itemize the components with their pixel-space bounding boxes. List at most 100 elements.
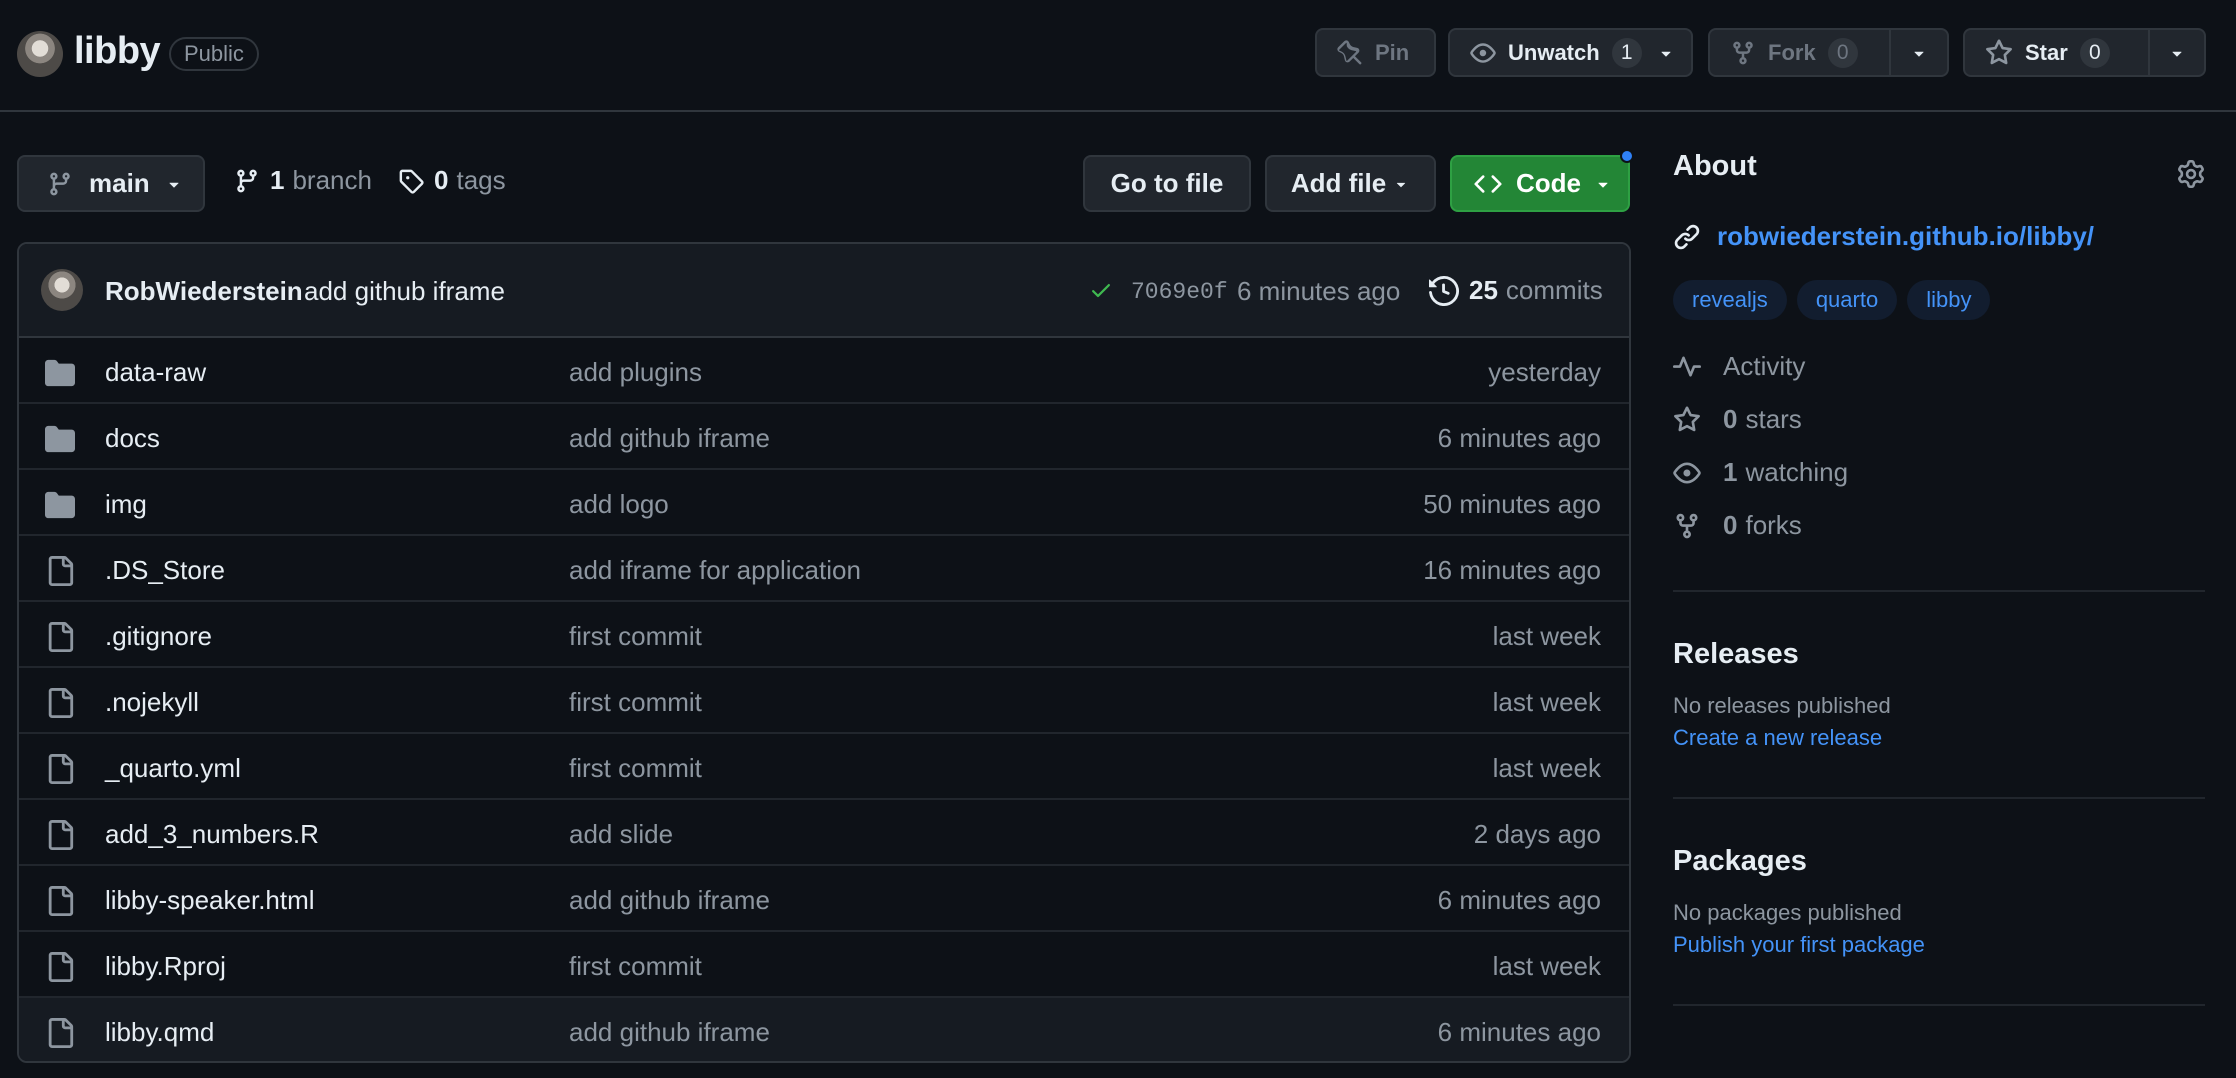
- pin-button[interactable]: Pin: [1315, 28, 1436, 77]
- website-link[interactable]: robwiederstein.github.io/libby/: [1673, 221, 2205, 252]
- file-commit-time: yesterday: [1488, 357, 1601, 387]
- watch-count: 1: [1611, 37, 1642, 68]
- go-to-file-button[interactable]: Go to file: [1083, 155, 1251, 212]
- star-icon: [1673, 405, 1723, 434]
- packages-heading[interactable]: Packages: [1673, 845, 2205, 878]
- topic-tag[interactable]: revealjs: [1673, 280, 1787, 320]
- gear-icon[interactable]: [2177, 160, 2205, 188]
- file-name[interactable]: libby.Rproj: [105, 951, 226, 982]
- star-button[interactable]: Star 0: [1963, 28, 2150, 77]
- about-heading: About: [1673, 150, 1757, 182]
- forks-link[interactable]: 0 forks: [1673, 499, 2205, 552]
- pin-label: Pin: [1375, 39, 1410, 65]
- file-commit-message[interactable]: add github iframe: [569, 1017, 770, 1048]
- history-icon: [1429, 275, 1459, 306]
- file-commit-message[interactable]: first commit: [569, 951, 702, 982]
- fork-label: Fork: [1768, 39, 1816, 65]
- branches-link[interactable]: 1 branch: [234, 165, 372, 196]
- git-branch-icon: [47, 171, 73, 197]
- file-icon: [45, 622, 75, 652]
- tags-link[interactable]: 0 tags: [398, 165, 506, 196]
- folder-icon: [45, 424, 75, 454]
- file-commit-message[interactable]: add plugins: [569, 357, 702, 388]
- pulse-icon: [1673, 353, 1723, 381]
- file-commit-time: 6 minutes ago: [1437, 1017, 1601, 1047]
- file-commit-message[interactable]: first commit: [569, 621, 702, 652]
- activity-link[interactable]: Activity: [1673, 340, 2205, 393]
- no-releases-text: No releases published: [1673, 693, 1891, 718]
- repo-name[interactable]: libby: [74, 30, 161, 73]
- file-commit-message[interactable]: add github iframe: [569, 423, 770, 454]
- file-name[interactable]: .DS_Store: [105, 555, 225, 586]
- file-row[interactable]: .DS_Store add iframe for application 16 mi…: [19, 536, 1629, 602]
- topic-tag[interactable]: quarto: [1796, 280, 1898, 320]
- tag-count: 0: [434, 165, 449, 195]
- file-name[interactable]: .gitignore: [105, 621, 212, 652]
- divider: [1673, 1004, 2205, 1006]
- file-icon: [45, 556, 75, 586]
- file-commit-message[interactable]: first commit: [569, 687, 702, 718]
- file-name[interactable]: add_3_numbers.R: [105, 819, 319, 850]
- file-name[interactable]: .nojekyll: [105, 687, 199, 718]
- commit-message[interactable]: add github iframe: [304, 276, 505, 307]
- stars-link[interactable]: 0 stars: [1673, 393, 2205, 446]
- file-row[interactable]: libby.qmd add github iframe 6 minutes ago: [19, 998, 1629, 1061]
- unwatch-label: Unwatch: [1508, 39, 1600, 65]
- file-row[interactable]: libby-speaker.html add github iframe 6 min…: [19, 866, 1629, 932]
- check-icon[interactable]: [1089, 278, 1113, 302]
- commit-sha[interactable]: 7069e0f: [1131, 279, 1228, 305]
- topic-tag[interactable]: libby: [1907, 280, 1991, 320]
- fork-menu-button[interactable]: [1889, 28, 1949, 77]
- file-commit-message[interactable]: add slide: [569, 819, 673, 850]
- file-commit-message[interactable]: add logo: [569, 489, 669, 520]
- file-name[interactable]: libby.qmd: [105, 1017, 214, 1048]
- forks-count: 0: [1723, 510, 1738, 540]
- file-name[interactable]: data-raw: [105, 357, 206, 388]
- website-url: robwiederstein.github.io/libby/: [1717, 221, 2095, 251]
- commits-link[interactable]: 25 commits: [1429, 275, 1603, 306]
- owner-avatar[interactable]: [17, 31, 63, 77]
- commit-author[interactable]: RobWiederstein: [105, 276, 303, 307]
- commit-word: commits: [1505, 275, 1603, 305]
- file-commit-message[interactable]: add iframe for application: [569, 555, 861, 586]
- code-button[interactable]: Code: [1450, 155, 1630, 212]
- star-menu-button[interactable]: [2148, 28, 2206, 77]
- about-sidebar: About robwiederstein.github.io/libby/ re…: [1673, 150, 2205, 1006]
- tag-icon: [398, 168, 424, 194]
- file-row[interactable]: add_3_numbers.R add slide 2 days ago: [19, 800, 1629, 866]
- file-name[interactable]: _quarto.yml: [105, 753, 241, 784]
- commit-time: 6 minutes ago: [1237, 276, 1401, 306]
- file-row[interactable]: data-raw add plugins yesterday: [19, 338, 1629, 404]
- caret-down-icon: [1593, 174, 1613, 194]
- releases-heading[interactable]: Releases: [1673, 638, 2205, 671]
- file-commit-time: last week: [1492, 687, 1601, 717]
- fork-button[interactable]: Fork 0: [1708, 28, 1891, 77]
- file-name[interactable]: libby-speaker.html: [105, 885, 315, 916]
- file-row[interactable]: img add logo 50 minutes ago: [19, 470, 1629, 536]
- divider: [1673, 590, 2205, 592]
- watching-word: watching: [1745, 457, 1849, 487]
- add-file-button[interactable]: Add file: [1265, 155, 1436, 212]
- watching-count: 1: [1723, 457, 1738, 487]
- file-row[interactable]: .gitignore first commit last week: [19, 602, 1629, 668]
- commit-author-avatar[interactable]: [41, 269, 83, 311]
- file-row[interactable]: .nojekyll first commit last week: [19, 668, 1629, 734]
- unwatch-button[interactable]: Unwatch 1: [1448, 28, 1693, 77]
- file-row[interactable]: _quarto.yml first commit last week: [19, 734, 1629, 800]
- caret-down-icon: [1392, 175, 1410, 193]
- code-label: Code: [1516, 168, 1581, 198]
- file-name[interactable]: img: [105, 489, 147, 520]
- file-icon: [45, 1018, 75, 1048]
- publish-package-link[interactable]: Publish your first package: [1673, 932, 2205, 958]
- forks-word: forks: [1745, 510, 1802, 540]
- file-commit-message[interactable]: first commit: [569, 753, 702, 784]
- create-release-link[interactable]: Create a new release: [1673, 725, 2205, 751]
- file-commit-message[interactable]: add github iframe: [569, 885, 770, 916]
- file-row[interactable]: docs add github iframe 6 minutes ago: [19, 404, 1629, 470]
- file-name[interactable]: docs: [105, 423, 160, 454]
- star-icon: [1985, 38, 2013, 67]
- file-commit-time: last week: [1492, 621, 1601, 651]
- watchers-link[interactable]: 1 watching: [1673, 446, 2205, 499]
- branch-select-button[interactable]: main: [17, 155, 205, 212]
- file-row[interactable]: libby.Rproj first commit last week: [19, 932, 1629, 998]
